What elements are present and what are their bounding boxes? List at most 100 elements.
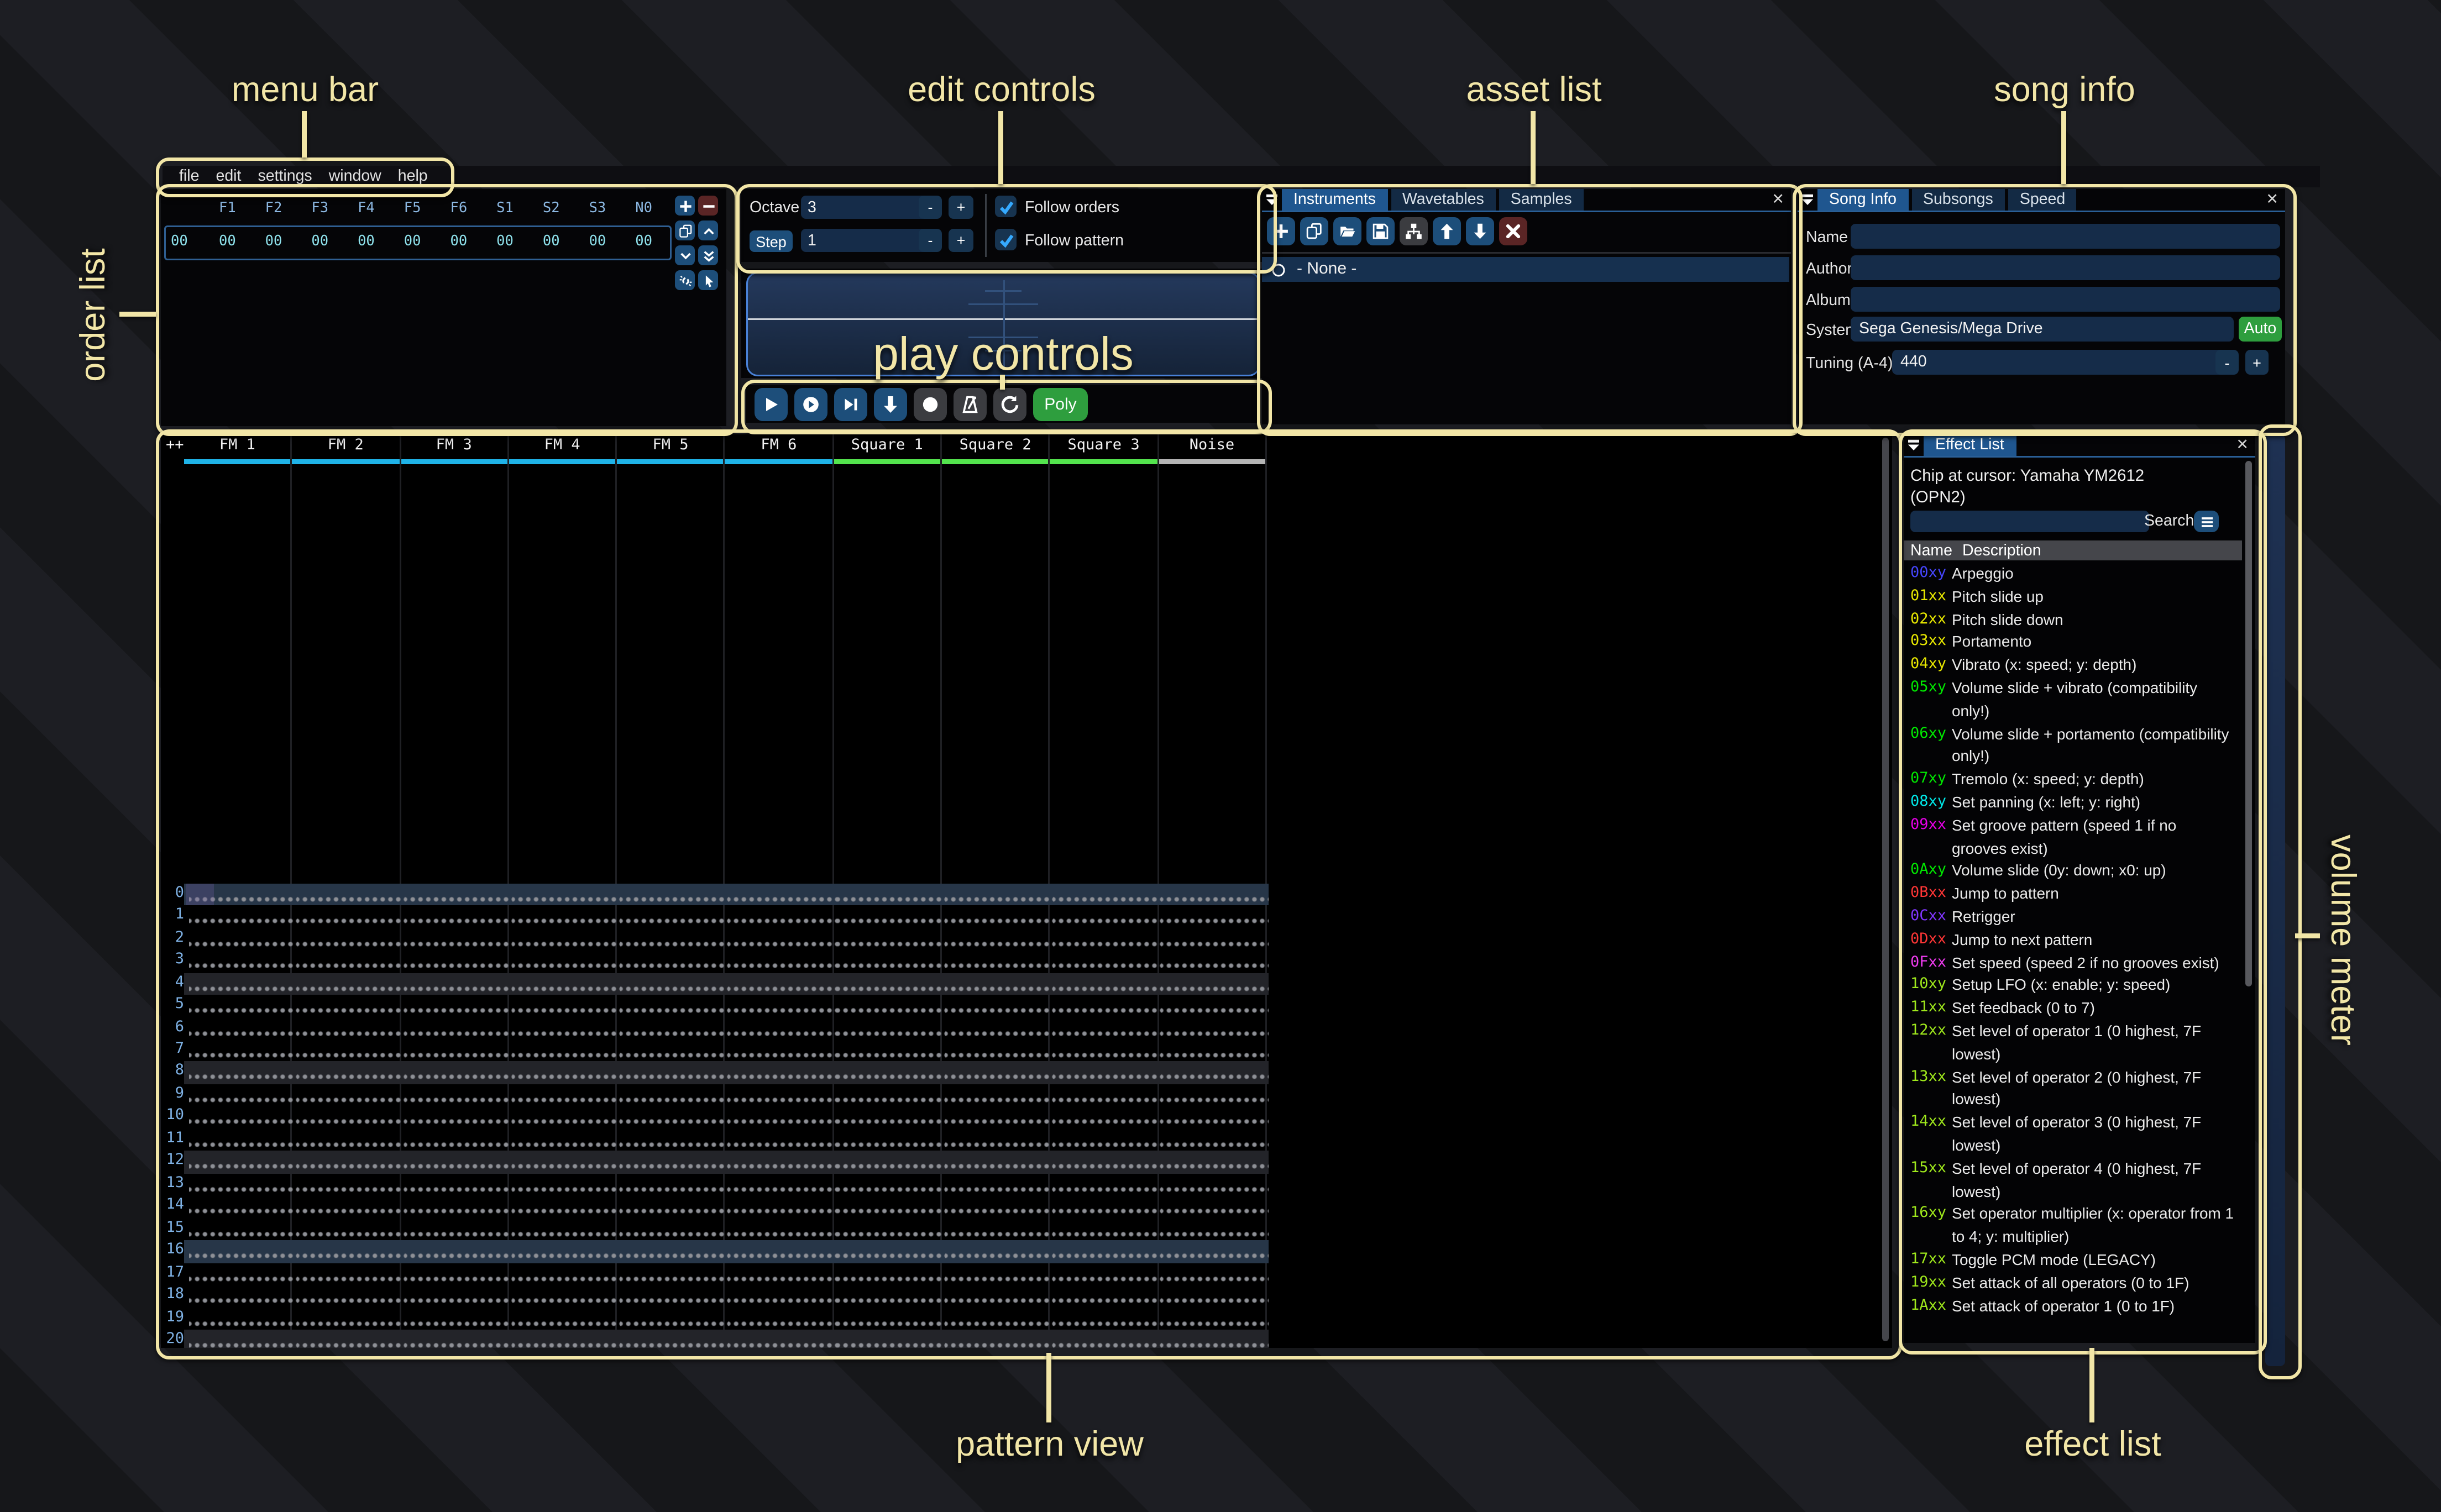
effect-row[interactable]: 03xxPortamento <box>1904 632 2242 655</box>
tab-samples[interactable]: Samples <box>1499 189 1584 211</box>
effect-row[interactable]: 15xxSet level of operator 4 (0 highest, … <box>1904 1158 2242 1204</box>
asset-save-button[interactable] <box>1366 217 1395 245</box>
transport-stop-button[interactable] <box>914 388 947 421</box>
pattern-cell[interactable] <box>1161 1151 1269 1173</box>
pattern-row[interactable]: 8 <box>161 1062 1269 1084</box>
pattern-cell[interactable] <box>945 1263 1052 1285</box>
pattern-cell[interactable] <box>1052 1084 1160 1106</box>
pattern-cell[interactable] <box>945 905 1052 927</box>
pattern-cell[interactable] <box>297 883 405 905</box>
effect-search-input[interactable] <box>1910 511 2149 532</box>
step-button[interactable]: Step <box>750 230 793 252</box>
pattern-cell[interactable] <box>405 1173 513 1195</box>
pattern-cell[interactable] <box>1052 1017 1160 1040</box>
effect-row[interactable]: 1AxxSet attack of operator 1 (0 to 1F) <box>1904 1296 2242 1319</box>
pattern-cell[interactable] <box>621 1241 729 1263</box>
pattern-cell[interactable] <box>1052 1218 1160 1240</box>
pattern-cell[interactable] <box>729 1084 836 1106</box>
effect-row[interactable]: 0BxxJump to pattern <box>1904 884 2242 906</box>
pattern-cell[interactable] <box>837 1062 945 1084</box>
pattern-row[interactable]: 1 <box>161 905 1269 927</box>
poly-button[interactable]: Poly <box>1033 388 1088 421</box>
collapse-window-icon[interactable] <box>1798 189 1817 211</box>
close-icon[interactable]: ✕ <box>2266 191 2278 209</box>
pattern-cell[interactable] <box>729 883 836 905</box>
pattern-cell[interactable] <box>1161 1106 1269 1128</box>
pattern-cell[interactable] <box>621 1040 729 1062</box>
step-plus-button[interactable]: + <box>949 229 973 252</box>
pattern-cell[interactable] <box>945 1084 1052 1106</box>
pattern-row[interactable]: 20 <box>161 1330 1269 1348</box>
auto-button[interactable]: Auto <box>2239 317 2282 342</box>
pattern-cell[interactable] <box>837 905 945 927</box>
pattern-cell[interactable] <box>621 950 729 972</box>
pattern-row[interactable]: 2 <box>161 928 1269 950</box>
pattern-cell[interactable] <box>189 1196 297 1218</box>
step-minus-button[interactable]: - <box>919 229 942 252</box>
effect-row[interactable]: 08xySet panning (x: left; y: right) <box>1904 792 2242 815</box>
order-unlink-button[interactable] <box>675 270 695 290</box>
pattern-cell[interactable] <box>621 1017 729 1040</box>
transport-metronome-button[interactable] <box>954 388 987 421</box>
transport-play-cursor-button[interactable] <box>834 388 867 421</box>
pattern-cell[interactable] <box>513 973 621 995</box>
order-cell[interactable]: 00 <box>219 234 236 250</box>
pattern-cell[interactable] <box>189 1084 297 1106</box>
pattern-cell[interactable] <box>513 1330 621 1348</box>
pattern-cell[interactable] <box>1161 1218 1269 1240</box>
menu-item-file[interactable]: file <box>171 167 207 186</box>
order-chevron-up-button[interactable] <box>698 221 718 240</box>
pattern-cell[interactable] <box>1161 950 1269 972</box>
effect-row[interactable]: 17xxToggle PCM mode (LEGACY) <box>1904 1250 2242 1273</box>
pattern-cell[interactable] <box>837 1173 945 1195</box>
pattern-cell[interactable] <box>1052 995 1160 1017</box>
order-copy-button[interactable] <box>675 221 695 240</box>
pattern-cell[interactable] <box>945 1330 1052 1348</box>
pattern-cell[interactable] <box>513 905 621 927</box>
pattern-cell[interactable] <box>1052 950 1160 972</box>
menu-item-window[interactable]: window <box>321 167 390 186</box>
pattern-expand-corner[interactable]: ++ <box>166 438 184 454</box>
pattern-cell[interactable] <box>945 1106 1052 1128</box>
pattern-cell[interactable] <box>1052 1308 1160 1330</box>
pattern-cell[interactable] <box>945 995 1052 1017</box>
pattern-cell[interactable] <box>837 1330 945 1348</box>
pattern-cell[interactable] <box>945 1151 1052 1173</box>
pattern-row[interactable]: 17 <box>161 1263 1269 1285</box>
octave-input[interactable]: 3 <box>801 196 927 219</box>
system-input[interactable]: Sega Genesis/Mega Drive <box>1851 317 2234 342</box>
pattern-cell[interactable] <box>405 883 513 905</box>
pattern-cell[interactable] <box>513 1084 621 1106</box>
pattern-cell[interactable] <box>729 1106 836 1128</box>
pattern-cell[interactable] <box>837 1263 945 1285</box>
pattern-cell[interactable] <box>405 1017 513 1040</box>
pattern-cell[interactable] <box>1161 1173 1269 1195</box>
order-plus-button[interactable] <box>675 196 695 216</box>
pattern-cell[interactable] <box>621 1218 729 1240</box>
transport-repeat-button[interactable] <box>993 388 1026 421</box>
pattern-cell[interactable] <box>405 1330 513 1348</box>
pattern-cell[interactable] <box>513 950 621 972</box>
pattern-cell[interactable] <box>837 1218 945 1240</box>
pattern-cell[interactable] <box>405 1263 513 1285</box>
effect-row[interactable]: 0FxxSet speed (speed 2 if no grooves exi… <box>1904 953 2242 975</box>
pattern-cell[interactable] <box>405 1241 513 1263</box>
order-cell[interactable]: 00 <box>589 234 606 250</box>
pattern-cell[interactable] <box>297 1218 405 1240</box>
pattern-cell[interactable] <box>189 950 297 972</box>
asset-open-folder-button[interactable] <box>1333 217 1361 245</box>
pattern-cell[interactable] <box>621 883 729 905</box>
order-cell[interactable]: 00 <box>404 234 421 250</box>
pattern-cell[interactable] <box>297 1285 405 1307</box>
pattern-cell[interactable] <box>297 1173 405 1195</box>
pattern-cell[interactable] <box>837 1129 945 1151</box>
pattern-view-panel[interactable]: ++ FM 1FM 2FM 3FM 4FM 5FM 6Square 1Squar… <box>161 434 1892 1348</box>
asset-copy-button[interactable] <box>1300 217 1328 245</box>
tab-effect-list[interactable]: Effect List <box>1924 434 2016 456</box>
pattern-cell[interactable] <box>1161 1308 1269 1330</box>
asset-arrow-up-button[interactable] <box>1433 217 1461 245</box>
pattern-cell[interactable] <box>837 1196 945 1218</box>
pattern-cell[interactable] <box>729 1196 836 1218</box>
pattern-cell[interactable] <box>297 973 405 995</box>
effect-scrollbar[interactable] <box>2245 461 2252 986</box>
